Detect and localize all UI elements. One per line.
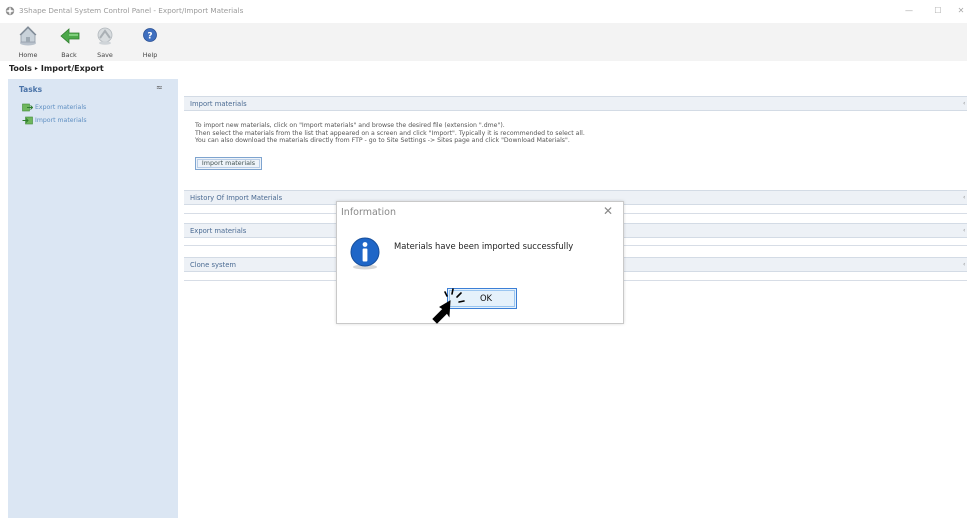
import-materials-button[interactable]: Import materials [195, 157, 262, 170]
back-button[interactable]: Back [55, 25, 83, 59]
maximize-button[interactable]: ☐ [928, 4, 948, 18]
back-arrow-icon [60, 28, 80, 44]
export-icon [22, 103, 33, 112]
section-import-materials[interactable]: Import materials ‹ [184, 96, 967, 111]
minimize-button[interactable]: — [899, 4, 919, 18]
title-bar: 3Shape Dental System Control Panel - Exp… [0, 0, 967, 23]
save-button[interactable]: Save [91, 25, 119, 59]
tasks-title: Tasks [19, 85, 43, 94]
help-label: Help [142, 51, 158, 59]
import-instructions: To import new materials, click on "Impor… [195, 122, 955, 145]
button-focus-ring [197, 159, 260, 168]
instruction-line: You can also download the materials dire… [195, 137, 570, 145]
information-dialog: Information ✕ Materials have been import… [336, 201, 624, 324]
info-icon [350, 237, 380, 270]
window-title: 3Shape Dental System Control Panel - Exp… [19, 6, 244, 15]
section-collapse-icon[interactable]: ‹ [963, 227, 965, 234]
svg-text:?: ? [147, 31, 152, 41]
home-label: Home [18, 51, 38, 59]
section-title: Import materials [190, 100, 247, 108]
click-cursor-icon [432, 288, 465, 324]
instruction-line: To import new materials, click on "Impor… [195, 122, 505, 129]
breadcrumb-current: Import/Export [40, 64, 104, 73]
section-collapse-icon[interactable]: ‹ [963, 100, 965, 107]
instruction-line: Then select the materials from the list … [195, 129, 585, 137]
home-icon [19, 26, 37, 46]
help-icon: ? [143, 28, 157, 42]
section-collapse-icon[interactable]: ‹ [963, 194, 965, 201]
save-icon [97, 27, 113, 45]
app-logo-icon [5, 6, 15, 16]
tasks-header[interactable]: Tasks ≈ [8, 79, 178, 97]
dialog-close-button[interactable]: ✕ [603, 204, 613, 218]
section-title: History Of Import Materials [190, 194, 283, 202]
breadcrumb-separator-icon: ▸ [34, 65, 38, 72]
save-label: Save [97, 51, 113, 59]
dialog-message: Materials have been imported successfull… [394, 241, 574, 251]
close-window-button[interactable]: ✕ [955, 4, 967, 18]
collapse-chevron-icon[interactable]: ≈ [156, 83, 163, 92]
breadcrumb: Tools ▸ Import/Export [9, 64, 104, 73]
section-collapse-icon[interactable]: ‹ [963, 261, 965, 268]
sidebar-item-label: Import materials [35, 117, 87, 124]
sidebar-item-label: Export materials [35, 104, 87, 111]
import-icon [22, 116, 33, 125]
tasks-sidebar: Tasks ≈ Export materials Import material… [8, 79, 178, 518]
home-button[interactable]: Home [14, 25, 42, 59]
help-button[interactable]: ? Help [136, 25, 164, 59]
section-title: Export materials [190, 227, 247, 235]
toolbar: Home Back Save ? Help [0, 23, 967, 61]
app-window: 3Shape Dental System Control Panel - Exp… [0, 0, 967, 518]
section-title: Clone system [190, 261, 237, 269]
dialog-title: Information [341, 207, 396, 218]
breadcrumb-root[interactable]: Tools [9, 64, 32, 73]
back-label: Back [61, 51, 77, 59]
